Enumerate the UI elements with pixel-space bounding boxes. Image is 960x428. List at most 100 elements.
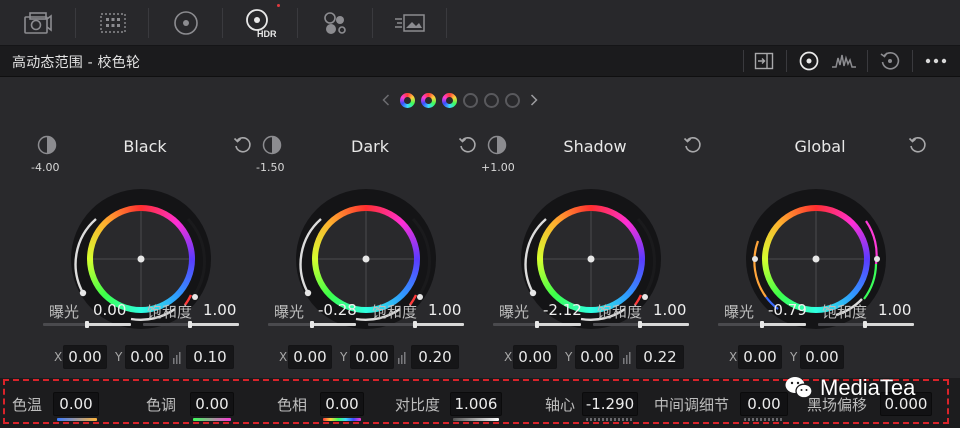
motion-effects-button[interactable] [372,0,447,46]
y-field[interactable]: 0.00 [800,345,844,369]
level-bars-icon [398,352,406,364]
saturation-label: 饱和度 [147,303,193,321]
pager-dot-4[interactable] [463,92,478,108]
midtone-detail-label: 中间调细节 [654,396,730,414]
zone-range-field[interactable]: 0.20 [411,345,459,369]
exposure-slider-track-right [312,323,356,326]
pager-dot-2[interactable] [421,92,436,108]
color-wheel[interactable] [710,173,930,353]
color-wheel[interactable] [35,173,255,353]
pager-dot-1[interactable] [400,92,415,108]
y-label: Y [115,350,123,364]
tint-field[interactable]: 0.00 [190,392,234,416]
reset-icon[interactable] [233,135,253,155]
rgb-mixer-button[interactable] [297,0,372,46]
wheel-block-global: Global 曝光 -0.79 饱和度 1.00 X 0.00 Y 0.00 [710,133,930,373]
hue-field[interactable]: 0.00 [320,392,364,416]
reset-all-icon [880,52,900,70]
exposure-slider-track-left [493,323,537,326]
pager-dot-3[interactable] [442,92,457,108]
pager-prev-button[interactable] [378,90,394,110]
x-field[interactable]: 0.00 [63,345,107,369]
y-label: Y [340,350,348,364]
y-field[interactable]: 0.00 [350,345,394,369]
pager-dot-6[interactable] [505,92,520,108]
zone-range-field[interactable]: 0.10 [186,345,234,369]
x-field[interactable]: 0.00 [288,345,332,369]
wheels-view-button[interactable] [795,46,823,76]
primaries-button[interactable] [148,0,223,46]
wheel-block-black: Black -4.00 曝光 0.00 饱和度 1.00 X 0.00 Y 0.… [31,133,255,373]
reset-all-button[interactable] [875,46,905,76]
exposure-value[interactable]: 0.00 [93,301,126,319]
wheel-title: Global [794,137,846,156]
wheel-title: Shadow [563,137,627,156]
tint-gradient [193,418,231,421]
color-wheel[interactable] [260,173,480,353]
watermark: MediaTea [784,373,915,403]
exposure-slider-handle[interactable] [760,321,764,328]
reset-icon[interactable] [683,135,703,155]
pivot-ticks [586,418,634,421]
wheel-view-icon [799,51,819,71]
midtone-detail-ticks [744,418,784,421]
midtone-detail-field[interactable]: 0.00 [740,392,788,416]
hdr-wheel-icon: HDR [245,9,276,39]
exposure-slider-track-right [762,323,806,326]
reset-icon[interactable] [908,135,928,155]
exposure-saturation-row: 曝光 -0.28 饱和度 1.00 [274,301,474,323]
saturation-label: 饱和度 [597,303,643,321]
panel-title: 高动态范围 - 校色轮 [12,55,141,71]
exposure-value[interactable]: -2.12 [543,301,582,319]
saturation-slider-track-right [641,323,689,326]
camera-raw-button[interactable] [0,0,75,46]
motion-effects-icon [394,14,425,32]
saturation-slider-handle[interactable] [638,321,642,328]
x-field[interactable]: 0.00 [738,345,782,369]
exposure-value[interactable]: -0.79 [768,301,807,319]
pivot-field[interactable]: -1.290 [582,392,638,416]
more-options-button[interactable] [918,46,954,76]
saturation-slider-handle[interactable] [413,321,417,328]
color-temp-field[interactable]: 0.00 [53,392,99,416]
wheel-title: Black [123,137,167,156]
exposure-slider-handle[interactable] [85,321,89,328]
saturation-value[interactable]: 1.00 [203,301,236,319]
color-match-button[interactable] [75,0,150,46]
contrast-field[interactable]: 1.006 [450,392,502,416]
exposure-saturation-row: 曝光 0.00 饱和度 1.00 [49,301,249,323]
pager-dot-5[interactable] [484,92,499,108]
zone-range-field[interactable]: 0.22 [636,345,684,369]
curves-view-button[interactable] [827,46,861,76]
wheel-title: Dark [351,137,389,156]
color-match-icon [99,13,126,33]
exposure-slider-track-right [87,323,131,326]
y-field[interactable]: 0.00 [125,345,169,369]
chevron-right-icon [530,94,538,106]
exposure-label: 曝光 [724,303,755,321]
wheel-block-dark: Dark -1.50 曝光 -0.28 饱和度 1.00 X 0.00 Y 0.… [256,133,480,373]
reset-icon[interactable] [458,135,478,155]
saturation-value[interactable]: 1.00 [878,301,911,319]
expand-panel-icon [754,52,774,70]
expand-button[interactable] [746,46,782,76]
exposure-label: 曝光 [49,303,80,321]
exposure-slider-handle[interactable] [535,321,539,328]
y-label: Y [565,350,573,364]
color-wheel[interactable] [485,173,705,353]
saturation-slider-handle[interactable] [188,321,192,328]
saturation-slider-handle[interactable] [863,321,867,328]
saturation-value[interactable]: 1.00 [653,301,686,319]
saturation-value[interactable]: 1.00 [428,301,461,319]
wheels-panel: Black -4.00 曝光 0.00 饱和度 1.00 X 0.00 Y 0.… [0,77,960,378]
saturation-slider-track-left [368,323,414,326]
wechat-logo-icon [785,377,813,399]
pager-next-button[interactable] [526,90,542,110]
exposure-value[interactable]: -0.28 [318,301,357,319]
exposure-slider-handle[interactable] [310,321,314,328]
color-temp-label: 色温 [12,396,43,414]
saturation-slider-track-left [143,323,189,326]
hdr-button[interactable]: HDR [222,0,297,46]
x-field[interactable]: 0.00 [513,345,557,369]
y-field[interactable]: 0.00 [575,345,619,369]
